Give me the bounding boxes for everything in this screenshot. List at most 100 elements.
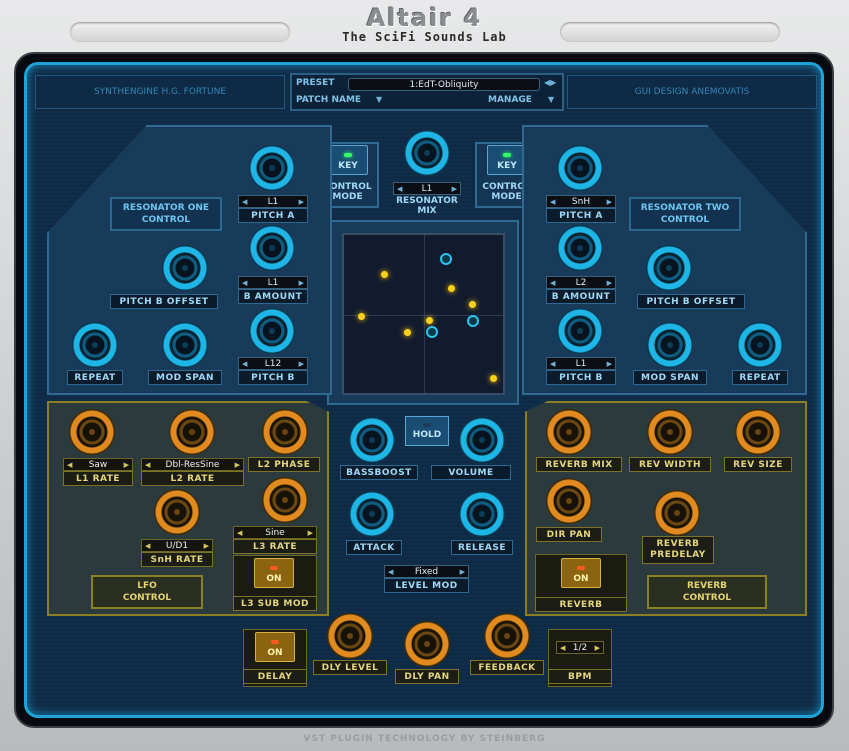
led-icon bbox=[423, 422, 431, 427]
chevron-down-icon[interactable]: ▼ bbox=[376, 95, 382, 104]
level-mod-label: LEVEL MOD bbox=[384, 578, 469, 593]
chevron-down-icon[interactable]: ▼ bbox=[548, 95, 554, 104]
reverb-mix-knob[interactable] bbox=[546, 409, 592, 455]
feedback-label: FEEDBACK bbox=[470, 660, 544, 675]
rev-size-knob[interactable] bbox=[735, 409, 781, 455]
xy-handle[interactable] bbox=[440, 253, 452, 265]
l3-rate-label: L3 RATE bbox=[233, 539, 317, 554]
resonator-mix-select[interactable]: ◀ L1 ▶ bbox=[393, 182, 461, 195]
snh-rate-select[interactable]: ◀ U/D1 ▶ bbox=[141, 539, 213, 552]
l2-rate-label: L2 RATE bbox=[141, 471, 244, 486]
r2-pitch-b-offset-knob[interactable] bbox=[646, 245, 692, 291]
release-knob[interactable] bbox=[459, 491, 505, 537]
feedback-knob[interactable] bbox=[484, 613, 530, 659]
r2-pitch-b-knob[interactable] bbox=[557, 308, 603, 354]
xy-pad[interactable] bbox=[342, 233, 505, 395]
r2-repeat-knob[interactable] bbox=[737, 322, 783, 368]
reverb-on-button[interactable]: ON bbox=[561, 558, 601, 588]
r2-mod-span-knob[interactable] bbox=[647, 322, 693, 368]
attack-knob[interactable] bbox=[349, 491, 395, 537]
xy-point[interactable] bbox=[426, 317, 433, 324]
r1-b-amount-select[interactable]: ◀ L1 ▶ bbox=[238, 276, 308, 289]
bassboost-label: BASSBOOST bbox=[340, 465, 418, 480]
key-button-right[interactable]: KEY bbox=[487, 145, 527, 175]
r1-pitch-a-label: PITCH A bbox=[238, 208, 308, 223]
dly-level-knob[interactable] bbox=[327, 613, 373, 659]
r2-b-amount-knob[interactable] bbox=[557, 225, 603, 271]
footer-text: VST PLUGIN TECHNOLOGY BY STEINBERG bbox=[303, 734, 546, 744]
resonator-two-title: RESONATOR TWO CONTROL bbox=[629, 197, 741, 231]
resonator-one-title: RESONATOR ONE CONTROL bbox=[110, 197, 222, 231]
r1-repeat-knob[interactable] bbox=[72, 322, 118, 368]
preset-arrows-icon[interactable]: ◀▶ bbox=[544, 78, 556, 87]
l3-sub-mod-on-button[interactable]: ON bbox=[254, 558, 294, 588]
app-title: Altair 4 bbox=[366, 4, 483, 32]
reverb-mix-label: REVERB MIX bbox=[536, 457, 622, 472]
resonator-mix-knob[interactable] bbox=[404, 130, 450, 176]
resonator-mix-label: RESONATOR MIX bbox=[396, 196, 458, 216]
r2-pitch-a-select[interactable]: ◀ SnH ▶ bbox=[546, 195, 616, 208]
l3-rate-knob[interactable] bbox=[262, 477, 308, 523]
main-panel: SYNTHENGINE H.G. FORTUNE GUI DESIGN ANEM… bbox=[24, 62, 824, 718]
key-button-left[interactable]: KEY bbox=[328, 145, 368, 175]
r2-pitch-a-label: PITCH A bbox=[546, 208, 616, 223]
rev-width-label: REV WIDTH bbox=[629, 457, 711, 472]
r1-pitch-a-select[interactable]: ◀ L1 ▶ bbox=[238, 195, 308, 208]
delay-on-button[interactable]: ON bbox=[255, 632, 295, 662]
led-icon bbox=[503, 153, 511, 157]
snh-rate-knob[interactable] bbox=[154, 489, 200, 535]
preset-select[interactable]: 1:EdT-Obliquity bbox=[348, 78, 540, 91]
bassboost-knob[interactable] bbox=[349, 417, 395, 463]
r1-pitch-b-select[interactable]: ◀ L12 ▶ bbox=[238, 357, 308, 370]
r1-pitch-b-label: PITCH B bbox=[238, 370, 308, 385]
xy-point[interactable] bbox=[381, 271, 388, 278]
manage-label[interactable]: MANAGE bbox=[488, 95, 532, 105]
bpm-label: BPM bbox=[548, 669, 612, 684]
r1-pitch-b-knob[interactable] bbox=[249, 308, 295, 354]
volume-knob[interactable] bbox=[459, 417, 505, 463]
xy-handle[interactable] bbox=[426, 326, 438, 338]
xy-point[interactable] bbox=[448, 285, 455, 292]
r2-pitch-a-knob[interactable] bbox=[557, 145, 603, 191]
snh-rate-label: SnH RATE bbox=[141, 552, 213, 567]
l1-rate-select[interactable]: ◀ Saw ▶ bbox=[63, 458, 133, 471]
preset-box: PRESET 1:EdT-Obliquity ◀▶ PATCH NAME ▼ M… bbox=[290, 73, 564, 111]
level-mod-select[interactable]: ◀ Fixed ▶ bbox=[384, 565, 469, 578]
delay-label: DELAY bbox=[243, 669, 307, 684]
plugin-window: Altair 4 The SciFi Sounds Lab SYNTHENGIN… bbox=[0, 0, 849, 751]
r1-pitch-b-offset-knob[interactable] bbox=[162, 245, 208, 291]
r1-mod-span-knob[interactable] bbox=[162, 322, 208, 368]
reverb-predelay-knob[interactable] bbox=[654, 490, 700, 536]
r2-pitch-b-label: PITCH B bbox=[546, 370, 616, 385]
l2-phase-knob[interactable] bbox=[262, 409, 308, 455]
r1-pitch-a-knob[interactable] bbox=[249, 145, 295, 191]
xy-point[interactable] bbox=[358, 313, 365, 320]
xy-handle[interactable] bbox=[467, 315, 479, 327]
rev-size-label: REV SIZE bbox=[724, 457, 792, 472]
xy-point[interactable] bbox=[404, 329, 411, 336]
led-icon bbox=[270, 566, 278, 570]
led-icon bbox=[344, 153, 352, 157]
patch-name-label[interactable]: PATCH NAME bbox=[296, 95, 361, 105]
dir-pan-knob[interactable] bbox=[546, 478, 592, 524]
dly-pan-label: DLY PAN bbox=[395, 669, 459, 684]
r2-pitch-b-offset-label: PITCH B OFFSET bbox=[637, 294, 745, 309]
l1-rate-knob[interactable] bbox=[69, 409, 115, 455]
release-label: RELEASE bbox=[451, 540, 513, 555]
xy-point[interactable] bbox=[469, 301, 476, 308]
r1-b-amount-knob[interactable] bbox=[249, 225, 295, 271]
l2-rate-select[interactable]: ◀ Dbl-ResSine ▶ bbox=[141, 458, 244, 471]
r2-b-amount-select[interactable]: ◀ L2 ▶ bbox=[546, 276, 616, 289]
dly-pan-knob[interactable] bbox=[404, 621, 450, 667]
hold-button[interactable]: HOLD bbox=[405, 416, 449, 446]
r1-b-amount-label: B AMOUNT bbox=[238, 289, 308, 304]
r2-pitch-b-select[interactable]: ◀ L1 ▶ bbox=[546, 357, 616, 370]
rev-width-knob[interactable] bbox=[647, 409, 693, 455]
r2-repeat-label: REPEAT bbox=[732, 370, 788, 385]
l3-rate-select[interactable]: ◀ Sine ▶ bbox=[233, 526, 317, 539]
bpm-select[interactable]: ◀ 1/2 ▶ bbox=[556, 641, 604, 654]
l2-rate-knob[interactable] bbox=[169, 409, 215, 455]
r2-b-amount-label: B AMOUNT bbox=[546, 289, 616, 304]
r1-pitch-b-offset-label: PITCH B OFFSET bbox=[110, 294, 218, 309]
xy-point[interactable] bbox=[490, 375, 497, 382]
